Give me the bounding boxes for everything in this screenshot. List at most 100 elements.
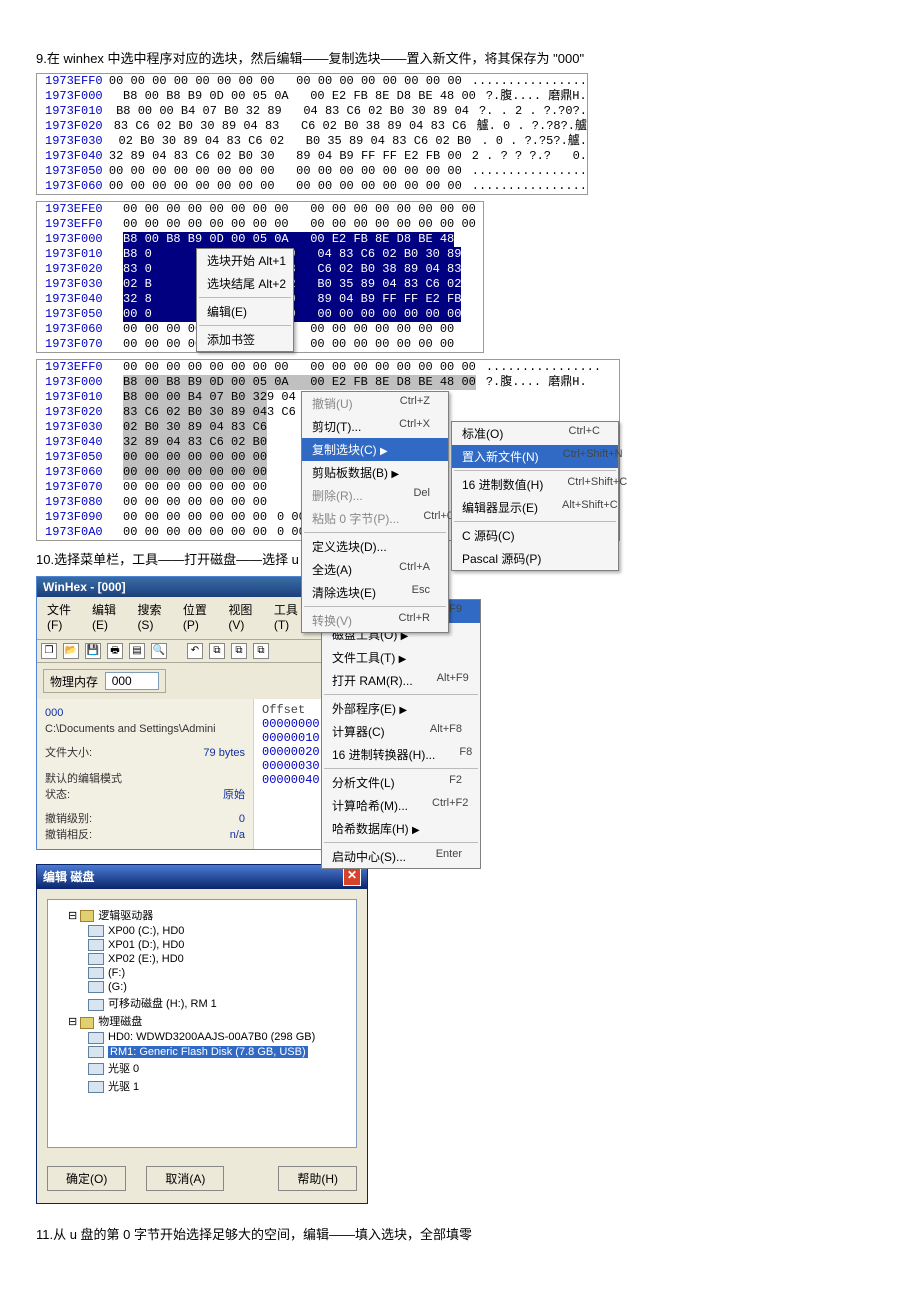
hex-bytes: 32 89 04 83 C6 02 B0 [123, 435, 267, 450]
tree-drive[interactable]: XP00 (C:), HD0 [54, 924, 350, 938]
physical-value: 000 [105, 672, 159, 690]
props-icon[interactable]: ▤ [129, 643, 145, 659]
tree-drive[interactable]: XP02 (E:), HD0 [54, 952, 350, 966]
tools-menu-item[interactable]: 分析文件(L)F2 [322, 771, 480, 794]
ok-button[interactable]: 确定(O) [47, 1166, 126, 1191]
copy-icon[interactable]: ⧉ [209, 643, 225, 659]
hex-bytes-tail: 9 04 [267, 390, 296, 405]
copy-submenu[interactable]: 标准(O)Ctrl+C置入新文件(N)Ctrl+Shift+N 16 进制数值(H… [451, 421, 619, 571]
ctx-item[interactable]: 编辑(E) [197, 300, 293, 323]
tree-physical[interactable]: ⊟ 物理磁盘 [54, 1012, 350, 1030]
hex-icon[interactable]: ⧉ [253, 643, 269, 659]
tools-menu-item[interactable]: 打开 RAM(R)...Alt+F9 [322, 669, 480, 692]
cancel-button[interactable]: 取消(A) [146, 1166, 224, 1191]
drive-tree[interactable]: ⊟ 逻辑驱动器 XP00 (C:), HD0XP01 (D:), HD0XP02… [47, 899, 357, 1148]
hex-offset: 1973F070 [37, 337, 123, 352]
hex-offset: 1973F030 [37, 134, 119, 149]
menu-item[interactable]: 搜索(S) [131, 599, 172, 637]
ctx-item[interactable]: 添加书签 [197, 328, 293, 351]
hex-offset: 1973F020 [37, 119, 114, 134]
menu-item[interactable]: 位置(P) [177, 599, 218, 637]
context-menu-small[interactable]: 选块开始 Alt+1选块结尾 Alt+2 编辑(E) 添加书签 [196, 248, 294, 352]
copy-submenu-item[interactable]: 置入新文件(N)Ctrl+Shift+N [452, 445, 618, 468]
tools-menu-item[interactable]: 外部程序(E) ▶ [322, 697, 480, 720]
tools-menu-item[interactable]: 文件工具(T) ▶ [322, 646, 480, 669]
save-icon[interactable]: 💾 [85, 643, 101, 659]
edit-menu-item[interactable]: 剪贴板数据(B) ▶ [302, 461, 448, 484]
hex-ascii [267, 465, 277, 480]
tree-drive[interactable]: (F:) [54, 966, 350, 980]
hex-offset: 1973F090 [37, 510, 123, 525]
hex-bytes: 00 00 00 00 00 00 00 00 00 00 00 00 00 0… [123, 202, 476, 217]
hex-ascii: ?.腹.... 磨鼎H. [476, 375, 587, 390]
info-path: C:\Documents and Settings\Admini [45, 721, 245, 737]
paste-icon[interactable]: ⧉ [231, 643, 247, 659]
hex-offset: 1973F010 [37, 104, 116, 119]
hex-offset: 1973F000 [37, 232, 123, 247]
menu-item[interactable]: 编辑(E) [86, 599, 127, 637]
hex-ascii [267, 420, 277, 435]
hex-offset: 1973F050 [37, 164, 109, 179]
menu-item[interactable]: 视图(V) [222, 599, 263, 637]
new-icon[interactable]: ❐ [41, 643, 57, 659]
edit-menu-item[interactable]: 剪切(T)...Ctrl+X [302, 415, 448, 438]
tree-hd0[interactable]: HD0: WDWD3200AAJS-00A7B0 (298 GB) [54, 1030, 350, 1044]
menu-item[interactable]: 文件(F) [41, 599, 82, 637]
hex-ascii: 艫. 0 . ?.?8?.艫 [467, 119, 587, 134]
find-icon[interactable]: 🔍 [151, 643, 167, 659]
tree-logical[interactable]: ⊟ 逻辑驱动器 [54, 906, 350, 924]
hex-offset: 1973EFF0 [37, 217, 123, 232]
close-icon[interactable]: ✕ [343, 868, 361, 886]
edit-menu-item[interactable]: 清除选块(E)Esc [302, 581, 448, 604]
tools-menu-item[interactable]: 计算哈希(M)...Ctrl+F2 [322, 794, 480, 817]
hex-offset: 1973EFF0 [37, 360, 123, 375]
tools-menu-item[interactable]: 计算器(C)Alt+F8 [322, 720, 480, 743]
hex-bytes: 83 C6 02 B0 30 89 04 83 C6 02 B0 38 89 0… [114, 119, 467, 134]
copy-submenu-item[interactable]: Pascal 源码(P) [452, 547, 618, 570]
hex-bytes: 32 89 04 83 C6 02 B0 30 89 04 B9 FF FF E… [109, 149, 462, 164]
step-11-text: 11.从 u 盘的第 0 字节开始选择足够大的空间，编辑——填入选块，全部填零 [36, 1224, 884, 1243]
tree-drive[interactable]: 可移动磁盘 (H:), RM 1 [54, 994, 350, 1012]
undo-icon[interactable]: ↶ [187, 643, 203, 659]
edit-menu-item[interactable]: 粘贴 0 字节(P)...Ctrl+0 [302, 507, 448, 530]
tree-drive[interactable]: (G:) [54, 980, 350, 994]
edit-menu-item[interactable]: 定义选块(D)... [302, 535, 448, 558]
info-panel: 000 C:\Documents and Settings\Admini 文件大… [37, 699, 254, 849]
edit-menu-item[interactable]: 全选(A)Ctrl+A [302, 558, 448, 581]
info-undo-value: 0 [239, 811, 245, 827]
edit-menu[interactable]: 撤销(U)Ctrl+Z剪切(T)...Ctrl+X复制选块(C) ▶剪贴板数据(… [301, 391, 449, 633]
copy-submenu-item[interactable]: 16 进制数值(H)Ctrl+Shift+C [452, 473, 618, 496]
tree-drive[interactable]: XP01 (D:), HD0 [54, 938, 350, 952]
edit-menu-item[interactable]: 删除(R)...Del [302, 484, 448, 507]
tools-menu-item[interactable]: 启动中心(S)...Enter [322, 845, 480, 868]
tree-cd0[interactable]: 光驱 0 [54, 1059, 350, 1077]
dialog-title: 编辑 磁盘 [43, 868, 94, 886]
hex-offset: 1973F060 [37, 322, 123, 337]
tools-menu[interactable]: 打开磁盘(D)...F9磁盘工具(O) ▶文件工具(T) ▶打开 RAM(R).… [321, 599, 481, 869]
hex-offset: 1973F050 [37, 450, 123, 465]
tree-cd1[interactable]: 光驱 1 [54, 1077, 350, 1095]
ctx-item[interactable]: 选块开始 Alt+1 [197, 249, 293, 272]
copy-submenu-item[interactable]: C 源码(C) [452, 524, 618, 547]
hex-ascii: ................ [462, 164, 587, 179]
hex-offset: 1973F000 [37, 89, 123, 104]
copy-submenu-item[interactable]: 标准(O)Ctrl+C [452, 422, 618, 445]
open-icon[interactable]: 📂 [63, 643, 79, 659]
edit-menu-item[interactable]: 撤销(U)Ctrl+Z [302, 392, 448, 415]
help-button[interactable]: 帮助(H) [278, 1166, 357, 1191]
tree-rm1[interactable]: RM1: Generic Flash Disk (7.8 GB, USB) [54, 1045, 350, 1059]
info-filename: 000 [45, 705, 245, 721]
edit-menu-item[interactable]: 转换(V)Ctrl+R [302, 609, 448, 632]
copy-submenu-item[interactable]: 编辑器显示(E)Alt+Shift+C [452, 496, 618, 519]
hex-ascii [267, 435, 277, 450]
hex-offset: 1973F040 [37, 149, 109, 164]
hex-ascii: ................ [462, 179, 587, 194]
hex-offset: 1973F040 [37, 292, 123, 307]
tools-menu-item[interactable]: 哈希数据库(H) ▶ [322, 817, 480, 840]
print-icon[interactable]: 🖶 [107, 643, 123, 659]
ctx-item[interactable]: 选块结尾 Alt+2 [197, 272, 293, 295]
edit-disk-dialog: 编辑 磁盘 ✕ ⊟ 逻辑驱动器 XP00 (C:), HD0XP01 (D:),… [36, 864, 368, 1204]
edit-menu-item[interactable]: 复制选块(C) ▶ [302, 438, 448, 461]
info-state-value: 原始 [223, 787, 245, 803]
tools-menu-item[interactable]: 16 进制转换器(H)...F8 [322, 743, 480, 766]
